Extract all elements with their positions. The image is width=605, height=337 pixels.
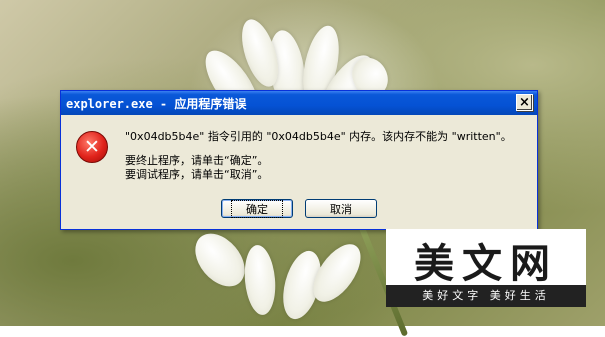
watermark-logo: 美文网	[414, 241, 558, 287]
dialog-title: explorer.exe - 应用程序错误	[66, 96, 247, 111]
cancel-button[interactable]: 取消	[305, 199, 377, 218]
close-icon: ×	[519, 95, 530, 110]
error-icon-glyph: ✕	[84, 135, 100, 158]
ok-button-label: 确定	[231, 199, 283, 218]
dialog-body: ✕ "0x04db5b4e" 指令引用的 "0x04db5b4e" 内存。该内存…	[61, 115, 537, 229]
ok-button[interactable]: 确定	[221, 199, 293, 218]
debug-hint: 要调试程序，请单击“取消”。	[125, 168, 269, 181]
error-message: "0x04db5b4e" 指令引用的 "0x04db5b4e" 内存。该内存不能…	[125, 130, 512, 143]
error-icon: ✕	[76, 131, 108, 163]
watermark-slogan: 美好文字 美好生活	[386, 285, 586, 307]
flower-petal	[185, 224, 255, 296]
flower-petal	[242, 243, 278, 317]
error-dialog: explorer.exe - 应用程序错误 × ✕ "0x04db5b4e" 指…	[60, 90, 538, 230]
cancel-button-label: 取消	[330, 202, 352, 216]
close-button[interactable]: ×	[516, 94, 533, 111]
dialog-titlebar[interactable]: explorer.exe - 应用程序错误 ×	[61, 91, 537, 115]
